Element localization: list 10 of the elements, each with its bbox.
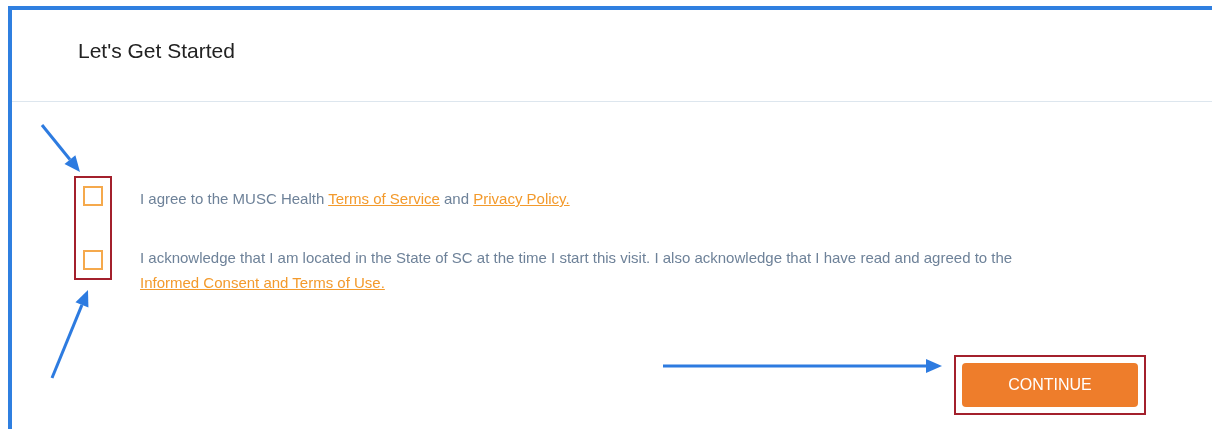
policy-link[interactable]: Privacy Policy. [473,190,570,207]
agreement-text: I acknowledge that I am located in the State of SC at the time I start this visit. I also acknowledge that I have read and agreed to the Informed Consent and Terms of Use. [140,248,1014,293]
continue-button[interactable]: CONTINUE [962,363,1138,407]
policy-link[interactable]: Terms of Service [328,190,440,207]
agreement-text: I agree to the MUSC Health Terms of Service and Privacy Policy. [140,189,571,209]
agreement-checkbox[interactable] [83,250,103,270]
agreement-checkbox[interactable] [83,186,103,206]
annotation-arrow [40,124,80,172]
dialog-title: Let's Get Started [78,37,235,64]
policy-link[interactable]: Informed Consent and Terms of Use. [140,274,385,291]
